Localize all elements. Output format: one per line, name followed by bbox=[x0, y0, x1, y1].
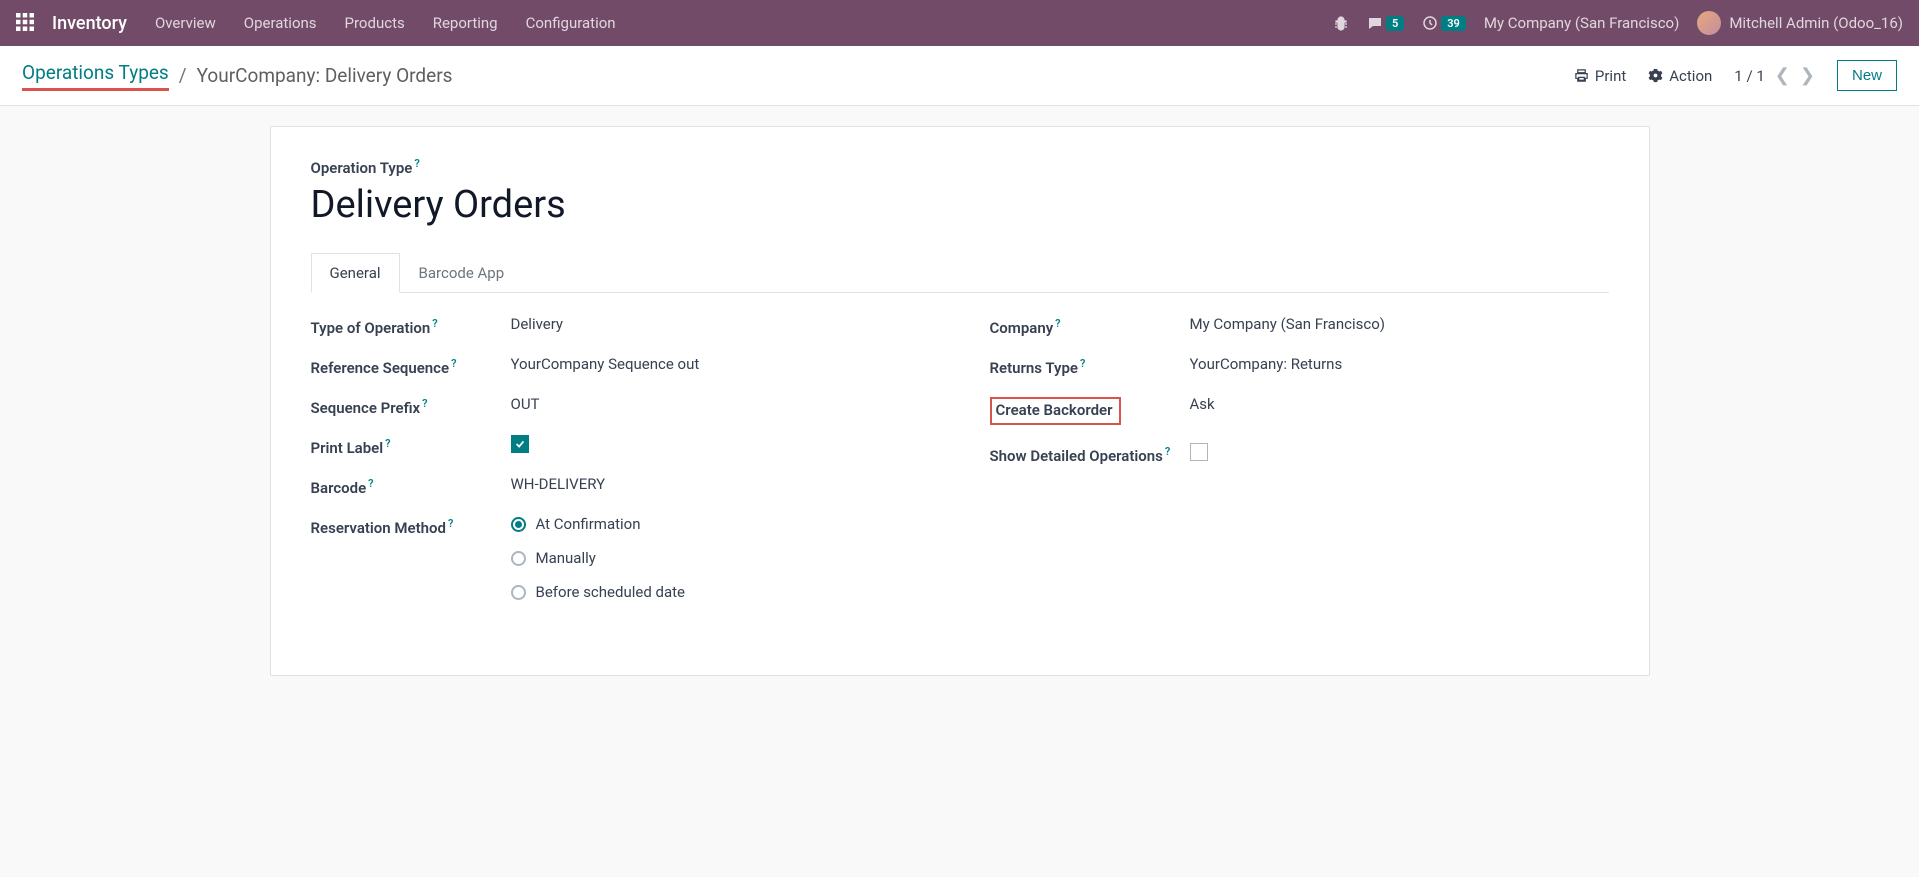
print-label-value bbox=[511, 435, 930, 454]
messages-badge: 5 bbox=[1386, 16, 1404, 31]
nav-right: 5 39 My Company (San Francisco) Mitchell… bbox=[1333, 11, 1903, 35]
company-selector[interactable]: My Company (San Francisco) bbox=[1484, 14, 1679, 32]
pager-next-icon[interactable]: ❯ bbox=[1800, 65, 1815, 86]
control-bar: Operations Types / YourCompany: Delivery… bbox=[0, 46, 1919, 106]
reference-sequence-value[interactable]: YourCompany Sequence out bbox=[511, 355, 930, 373]
pager: 1 / 1 ❮ ❯ bbox=[1734, 65, 1815, 86]
type-of-operation-value[interactable]: Delivery bbox=[511, 315, 930, 333]
help-icon[interactable]: ? bbox=[432, 317, 437, 330]
page-title[interactable]: Delivery Orders bbox=[311, 183, 1609, 227]
new-button[interactable]: New bbox=[1837, 60, 1897, 91]
create-backorder-value[interactable]: Ask bbox=[1190, 395, 1609, 413]
messages-icon[interactable]: 5 bbox=[1367, 15, 1404, 31]
company-label: Company? bbox=[990, 315, 1190, 337]
left-column: Type of Operation? Delivery Reference Se… bbox=[311, 315, 930, 635]
top-navbar: Inventory Overview Operations Products R… bbox=[0, 0, 1919, 46]
radio-icon bbox=[511, 585, 526, 600]
help-icon[interactable]: ? bbox=[385, 437, 390, 450]
print-label-checkbox[interactable] bbox=[511, 435, 529, 453]
control-actions: Print Action 1 / 1 ❮ ❯ New bbox=[1574, 60, 1897, 91]
print-label: Print bbox=[1595, 67, 1626, 85]
activity-badge: 39 bbox=[1441, 16, 1466, 31]
help-icon[interactable]: ? bbox=[1165, 445, 1170, 458]
show-detailed-checkbox[interactable] bbox=[1190, 443, 1208, 461]
radio-before-scheduled[interactable]: Before scheduled date bbox=[511, 583, 930, 601]
print-button[interactable]: Print bbox=[1574, 67, 1626, 85]
returns-type-value[interactable]: YourCompany: Returns bbox=[1190, 355, 1609, 373]
reservation-method-label: Reservation Method? bbox=[311, 515, 511, 537]
company-value[interactable]: My Company (San Francisco) bbox=[1190, 315, 1609, 333]
sheet-wrap: Operation Type? Delivery Orders General … bbox=[0, 106, 1919, 696]
help-icon[interactable]: ? bbox=[422, 397, 427, 410]
nav-products[interactable]: Products bbox=[345, 14, 405, 32]
activity-icon[interactable]: 39 bbox=[1422, 15, 1466, 31]
nav-reporting[interactable]: Reporting bbox=[433, 14, 498, 32]
reservation-method-value: At Confirmation Manually Before schedule… bbox=[511, 515, 930, 617]
radio-at-confirmation[interactable]: At Confirmation bbox=[511, 515, 930, 533]
user-menu[interactable]: Mitchell Admin (Odoo_16) bbox=[1697, 11, 1903, 35]
title-label: Operation Type? bbox=[311, 157, 1609, 177]
help-icon[interactable]: ? bbox=[1055, 317, 1060, 330]
radio-icon bbox=[511, 517, 526, 532]
avatar bbox=[1697, 11, 1721, 35]
barcode-value[interactable]: WH-DELIVERY bbox=[511, 475, 930, 493]
returns-type-label: Returns Type? bbox=[990, 355, 1190, 377]
print-label-label: Print Label? bbox=[311, 435, 511, 457]
title-label-text: Operation Type bbox=[311, 159, 413, 177]
pager-text[interactable]: 1 / 1 bbox=[1734, 67, 1765, 85]
right-column: Company? My Company (San Francisco) Retu… bbox=[990, 315, 1609, 635]
help-icon[interactable]: ? bbox=[1080, 357, 1085, 370]
tab-barcode-app[interactable]: Barcode App bbox=[400, 253, 524, 293]
help-icon[interactable]: ? bbox=[414, 157, 419, 170]
tab-general[interactable]: General bbox=[311, 253, 400, 293]
user-name: Mitchell Admin (Odoo_16) bbox=[1729, 14, 1903, 32]
bug-icon[interactable] bbox=[1333, 15, 1349, 31]
action-button[interactable]: Action bbox=[1648, 67, 1712, 85]
tabs: General Barcode App bbox=[311, 253, 1609, 293]
type-of-operation-label: Type of Operation? bbox=[311, 315, 511, 337]
radio-manually[interactable]: Manually bbox=[511, 549, 930, 567]
pager-prev-icon[interactable]: ❮ bbox=[1775, 65, 1790, 86]
create-backorder-label: Create Backorder bbox=[990, 395, 1190, 425]
barcode-label: Barcode? bbox=[311, 475, 511, 497]
breadcrumb-current: YourCompany: Delivery Orders bbox=[197, 64, 453, 87]
nav-overview[interactable]: Overview bbox=[155, 14, 216, 32]
form-sheet: Operation Type? Delivery Orders General … bbox=[270, 126, 1650, 676]
help-icon[interactable]: ? bbox=[451, 357, 456, 370]
action-label: Action bbox=[1669, 67, 1712, 85]
app-title[interactable]: Inventory bbox=[52, 13, 127, 34]
help-icon[interactable]: ? bbox=[368, 477, 373, 490]
nav-menu: Overview Operations Products Reporting C… bbox=[155, 14, 1333, 32]
form-columns: Type of Operation? Delivery Reference Se… bbox=[311, 315, 1609, 635]
show-detailed-ops-label: Show Detailed Operations? bbox=[990, 443, 1190, 465]
show-detailed-ops-value bbox=[1190, 443, 1609, 465]
apps-icon[interactable] bbox=[16, 13, 36, 33]
breadcrumb-link[interactable]: Operations Types bbox=[22, 61, 169, 91]
breadcrumb-sep: / bbox=[179, 64, 187, 87]
radio-icon bbox=[511, 551, 526, 566]
nav-configuration[interactable]: Configuration bbox=[526, 14, 616, 32]
nav-operations[interactable]: Operations bbox=[244, 14, 317, 32]
help-icon[interactable]: ? bbox=[448, 517, 453, 530]
breadcrumb: Operations Types / YourCompany: Delivery… bbox=[22, 61, 452, 91]
reference-sequence-label: Reference Sequence? bbox=[311, 355, 511, 377]
sequence-prefix-value[interactable]: OUT bbox=[511, 395, 930, 413]
sequence-prefix-label: Sequence Prefix? bbox=[311, 395, 511, 417]
